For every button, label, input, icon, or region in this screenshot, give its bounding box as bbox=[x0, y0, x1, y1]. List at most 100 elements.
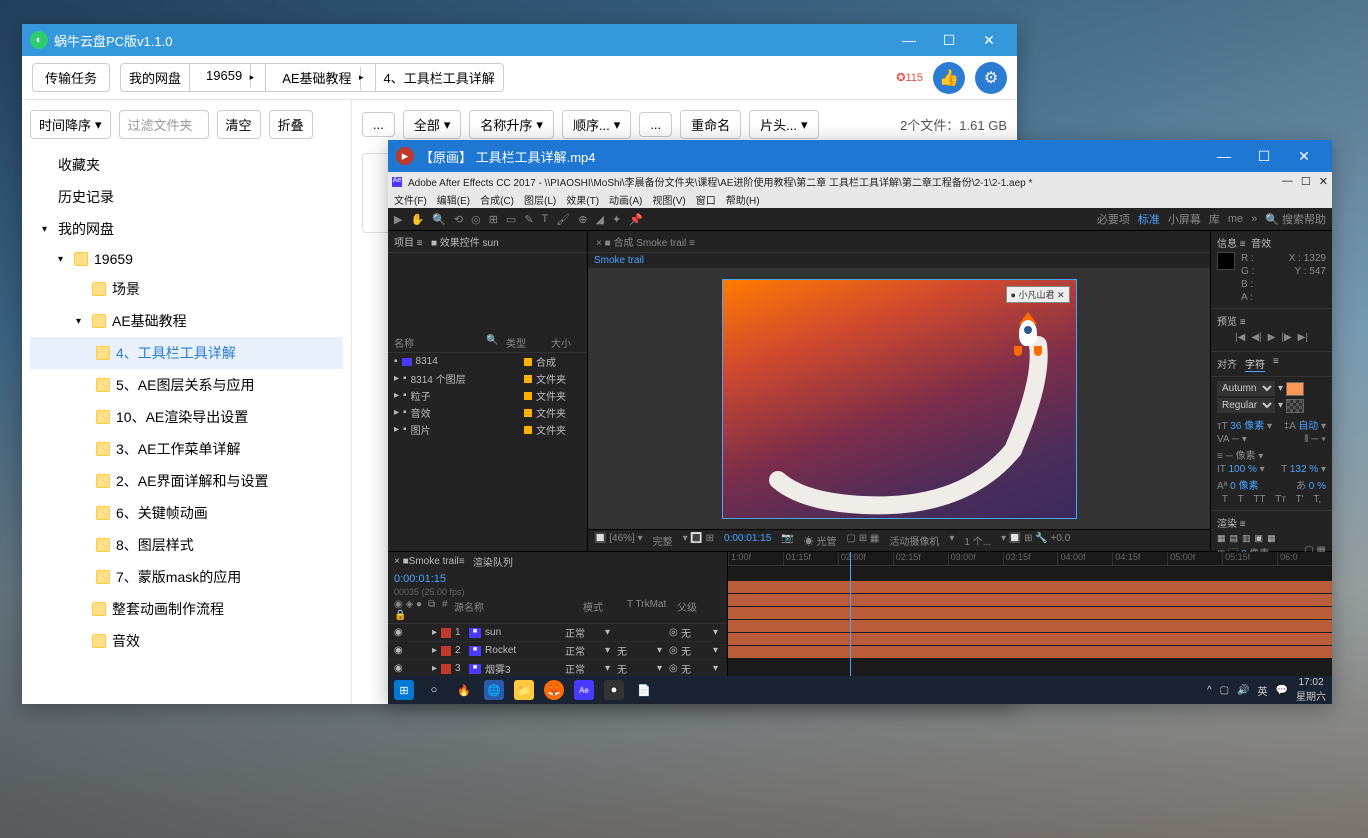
tool-select[interactable]: ▶ bbox=[394, 213, 402, 226]
start-button[interactable]: ⊞ bbox=[394, 680, 414, 700]
tree-history[interactable]: 历史记录 bbox=[30, 181, 343, 213]
taskbar-app[interactable]: 🌐 bbox=[484, 680, 504, 700]
snapshot-icon[interactable]: 📷 bbox=[781, 533, 793, 548]
taskbar-app[interactable]: 📄 bbox=[634, 680, 654, 700]
tool-pen[interactable]: ✎ bbox=[524, 213, 533, 226]
tray-chevron[interactable]: ^ bbox=[1207, 685, 1212, 696]
tray-time[interactable]: 17:02 bbox=[1296, 677, 1326, 688]
tool-eraser[interactable]: ◢ bbox=[595, 213, 603, 226]
tray-notif[interactable]: 💬 bbox=[1276, 685, 1288, 696]
tree-favorites[interactable]: 收藏夹 bbox=[30, 149, 343, 181]
tree-item[interactable]: 8、图层样式 bbox=[30, 529, 343, 561]
workspace-me[interactable]: me bbox=[1228, 213, 1243, 225]
crumb-3[interactable]: 4、工具栏工具详解 bbox=[376, 64, 503, 91]
workspace-small[interactable]: 小屏幕 bbox=[1168, 211, 1201, 227]
tool-camera[interactable]: ◎ bbox=[471, 213, 481, 226]
tool-stamp[interactable]: ⊕ bbox=[578, 213, 587, 226]
prev-frame[interactable]: ◀| bbox=[1251, 332, 1261, 343]
workspace-more[interactable]: » bbox=[1251, 213, 1257, 225]
menu-layer[interactable]: 图层(L) bbox=[524, 192, 556, 207]
collapse-button[interactable]: 折叠 bbox=[269, 110, 313, 139]
smoke-trail-tab[interactable]: Smoke trail bbox=[588, 253, 1210, 269]
taskbar-app[interactable]: ● bbox=[604, 680, 624, 700]
comp-tab[interactable]: 合成 Smoke trail bbox=[613, 238, 686, 249]
timeline-layer[interactable]: ◉ ▸1■sun正常▾◎无▾ bbox=[388, 624, 727, 642]
play-button[interactable]: ▶ bbox=[1268, 332, 1276, 343]
tree-item[interactable]: 6、关键帧动画 bbox=[30, 497, 343, 529]
ae-max[interactable]: ☐ bbox=[1301, 175, 1311, 188]
tree-item[interactable]: 10、AE渲染导出设置 bbox=[30, 401, 343, 433]
workspace-standard[interactable]: 标准 bbox=[1138, 211, 1160, 227]
transfer-button[interactable]: 传输任务 bbox=[32, 63, 110, 92]
timeline-layer[interactable]: ◉ ▸2■Rocket正常▾无▾◎无▾ bbox=[388, 642, 727, 660]
clear-button[interactable]: 清空 bbox=[217, 110, 261, 139]
tree-item-selected[interactable]: 4、工具栏工具详解 bbox=[30, 337, 343, 369]
first-frame[interactable]: |◀ bbox=[1235, 332, 1245, 343]
preview-panel-tab[interactable]: 预览 bbox=[1217, 317, 1237, 328]
last-frame[interactable]: ▶| bbox=[1298, 332, 1308, 343]
tree-19659[interactable]: ▾19659 bbox=[30, 245, 343, 273]
tree-sfx[interactable]: 音效 bbox=[30, 625, 343, 657]
project-row[interactable]: ▸▪粒子文件夹 bbox=[388, 387, 587, 404]
tree-scene[interactable]: 场景 bbox=[30, 273, 343, 305]
crumb-root[interactable]: 我的网盘 bbox=[121, 64, 190, 91]
align-tab[interactable]: 对齐 bbox=[1217, 356, 1237, 372]
fill-color[interactable] bbox=[1286, 382, 1304, 396]
menu-edit[interactable]: 编辑(E) bbox=[437, 192, 470, 207]
tree-item[interactable]: 5、AE图层关系与应用 bbox=[30, 369, 343, 401]
render-queue-tab[interactable]: 渲染 bbox=[1217, 519, 1237, 530]
tool-brush[interactable]: 🖌 bbox=[556, 213, 570, 226]
crumb-2[interactable]: AE基础教程▸ bbox=[266, 64, 375, 91]
ae-taskbar-icon[interactable]: Ae bbox=[574, 680, 594, 700]
tree-flow[interactable]: 整套动画制作流程 bbox=[30, 593, 343, 625]
settings-button[interactable]: ⚙ bbox=[975, 62, 1007, 94]
project-row[interactable]: ▪8314合成 bbox=[388, 353, 587, 370]
stroke-color[interactable] bbox=[1286, 399, 1304, 413]
player-maximize[interactable]: ☐ bbox=[1244, 140, 1284, 172]
zoom-level[interactable]: 🔲 [46%] ▾ bbox=[594, 533, 643, 548]
taskbar-app[interactable]: 🔥 bbox=[454, 680, 474, 700]
close-button[interactable]: ✕ bbox=[969, 24, 1009, 56]
player-close[interactable]: ✕ bbox=[1284, 140, 1324, 172]
name-sort[interactable]: 名称升序▾ bbox=[469, 110, 554, 139]
firefox-icon[interactable]: 🦊 bbox=[544, 680, 564, 700]
ae-viewport[interactable]: ● 小凡山君 ✕ bbox=[588, 269, 1210, 529]
next-frame[interactable]: |▶ bbox=[1281, 332, 1291, 343]
tray-volume[interactable]: 🔊 bbox=[1237, 685, 1249, 696]
menu-help[interactable]: 帮助(H) bbox=[726, 192, 760, 207]
exposure[interactable]: ☀ 光管 bbox=[804, 533, 837, 548]
ae-close[interactable]: ✕ bbox=[1319, 175, 1328, 188]
project-row[interactable]: ▸▪8314 个图层文件夹 bbox=[388, 370, 587, 387]
filter-input[interactable]: 过滤文件夹 bbox=[119, 110, 209, 139]
order-button[interactable]: 顺序...▾ bbox=[562, 110, 631, 139]
maximize-button[interactable]: ☐ bbox=[929, 24, 969, 56]
player-titlebar[interactable]: ▸ 【原画】 工具栏工具详解.mp4 — ☐ ✕ bbox=[388, 140, 1332, 172]
tool-roto[interactable]: ✦ bbox=[612, 213, 621, 226]
project-tab[interactable]: 项目 bbox=[394, 238, 414, 249]
file-explorer-icon[interactable]: 📁 bbox=[514, 680, 534, 700]
more-button[interactable]: ... bbox=[362, 112, 395, 137]
resolution[interactable]: 完整 bbox=[653, 533, 673, 548]
cortana-icon[interactable]: ○ bbox=[424, 680, 444, 700]
project-row[interactable]: ▸▪音效文件夹 bbox=[388, 404, 587, 421]
timeline-tab[interactable]: Smoke trail bbox=[409, 556, 459, 567]
tool-hand[interactable]: ✋ bbox=[410, 213, 424, 226]
render-queue[interactable]: 渲染队列 bbox=[473, 554, 513, 569]
menu-file[interactable]: 文件(F) bbox=[394, 192, 427, 207]
tool-text[interactable]: T bbox=[542, 213, 549, 225]
tree-root[interactable]: ▾我的网盘 bbox=[30, 213, 343, 245]
tree-item[interactable]: 2、AE界面详解和与设置 bbox=[30, 465, 343, 497]
menu-effect[interactable]: 效果(T) bbox=[566, 192, 599, 207]
header-button[interactable]: 片头...▾ bbox=[749, 110, 818, 139]
tree-item[interactable]: 3、AE工作菜单详解 bbox=[30, 433, 343, 465]
search-help[interactable]: 🔍 搜索帮助 bbox=[1265, 211, 1326, 227]
tool-rect[interactable]: ▭ bbox=[506, 213, 516, 226]
minimize-button[interactable]: — bbox=[889, 24, 929, 56]
tray-network[interactable]: ▢ bbox=[1220, 685, 1229, 696]
menu-comp[interactable]: 合成(C) bbox=[480, 192, 514, 207]
tree-item[interactable]: 7、蒙版mask的应用 bbox=[30, 561, 343, 593]
char-tab[interactable]: 字符 bbox=[1245, 356, 1265, 372]
crumb-1[interactable]: 19659▸ bbox=[190, 64, 266, 91]
cloud-titlebar[interactable]: ◐ 蜗牛云盘PC版v1.1.0 — ☐ ✕ bbox=[22, 24, 1017, 56]
all-filter[interactable]: 全部▾ bbox=[403, 110, 462, 139]
